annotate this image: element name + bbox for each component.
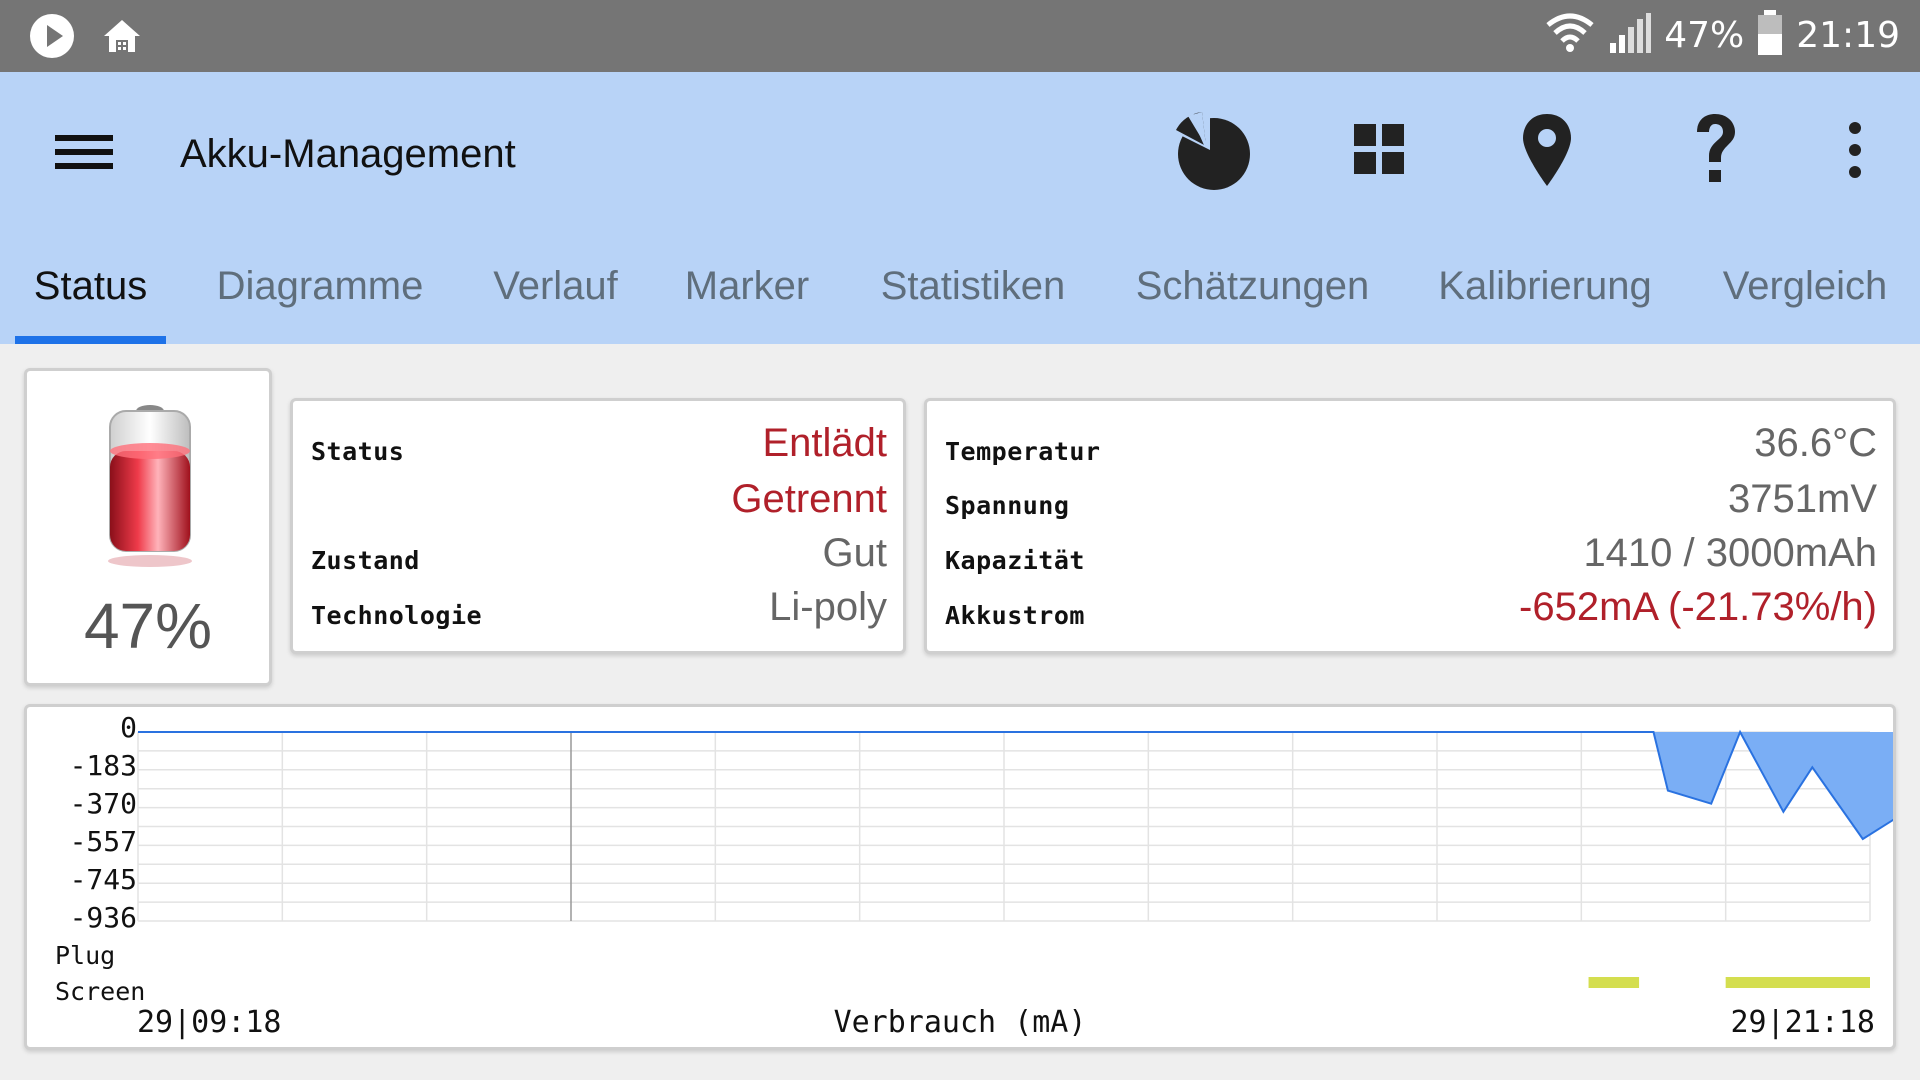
x-end-label: 29|21:18 — [1730, 1005, 1876, 1040]
battery-icon — [1756, 10, 1784, 61]
temperatur-value: 36.6°C — [1754, 421, 1877, 465]
help-icon — [1685, 110, 1745, 195]
zustand-value: Gut — [822, 531, 887, 575]
akkustrom-value: -652mA (-21.73%/h) — [1519, 585, 1877, 629]
temperatur-label: Temperatur — [945, 437, 1101, 466]
play-icon — [28, 12, 76, 65]
signal-icon — [1608, 11, 1652, 60]
tab-schaetzungen[interactable]: Schätzungen — [1125, 262, 1380, 344]
tab-kalibrierung[interactable]: Kalibrierung — [1420, 262, 1670, 344]
grid-icon — [1350, 120, 1410, 185]
wifi-icon — [1544, 11, 1596, 60]
battery-percent: 47% — [83, 590, 213, 662]
status-value: Entlädt — [762, 421, 887, 465]
akkustrom-label: Akkustrom — [945, 601, 1085, 630]
zustand-label: Zustand — [311, 546, 420, 575]
status-label: Status — [311, 437, 405, 466]
app-bar: Akku-Management Status Diagramme Verlauf… — [0, 72, 1920, 344]
tab-bar: Status Diagramme Verlauf Marker Statisti… — [0, 262, 1920, 344]
tab-statistiken[interactable]: Statistiken — [868, 262, 1078, 344]
x-axis-title: Verbrauch (mA) — [833, 1005, 1087, 1040]
help-button[interactable] — [1665, 102, 1765, 202]
consumption-chart — [137, 729, 1893, 988]
tab-status[interactable]: Status — [15, 262, 166, 344]
tab-marker[interactable]: Marker — [672, 262, 822, 344]
app-title: Akku-Management — [180, 132, 516, 176]
tab-diagramme[interactable]: Diagramme — [205, 262, 435, 344]
home-icon — [98, 12, 146, 65]
consumption-chart-card[interactable]: 0 -183 -370 -557 -745 -936 Plug Screen 2… — [24, 704, 1896, 1050]
more-vert-icon — [1845, 120, 1865, 185]
spannung-label: Spannung — [945, 491, 1070, 520]
system-status-bar: 47% 21:19 — [0, 0, 1920, 72]
details-card: Temperatur 36.6°C Spannung 3751mV Kapazi… — [924, 398, 1896, 654]
spannung-value: 3751mV — [1728, 477, 1877, 521]
status-card: Status Entlädt Getrennt Zustand Gut Tech… — [290, 398, 906, 654]
battery-level-card[interactable]: 47% — [24, 368, 272, 686]
kapazitaet-value: 1410 / 3000mAh — [1583, 531, 1877, 575]
screen-on-segment — [1725, 977, 1870, 988]
active-tab-indicator — [15, 336, 166, 344]
technologie-value: Li-poly — [769, 585, 887, 629]
pie-chart-icon — [1170, 108, 1254, 197]
hamburger-menu-icon — [50, 135, 120, 191]
location-button[interactable] — [1497, 102, 1597, 202]
clock: 21:19 — [1796, 15, 1900, 56]
tab-verlauf[interactable]: Verlauf — [478, 262, 633, 344]
technologie-label: Technologie — [311, 601, 483, 630]
battery-percent-text: 47% — [1664, 15, 1745, 56]
menu-button[interactable] — [50, 117, 120, 187]
tab-vergleich[interactable]: Vergleich — [1710, 262, 1900, 344]
grid-button[interactable] — [1330, 102, 1430, 202]
overflow-menu-button[interactable] — [1805, 102, 1905, 202]
location-pin-icon — [1517, 110, 1577, 195]
kapazitaet-label: Kapazität — [945, 546, 1085, 575]
battery-level-icon — [95, 393, 205, 578]
screen-on-segment — [1588, 977, 1640, 988]
plug-status-value: Getrennt — [731, 477, 887, 521]
pie-chart-button[interactable] — [1162, 102, 1262, 202]
